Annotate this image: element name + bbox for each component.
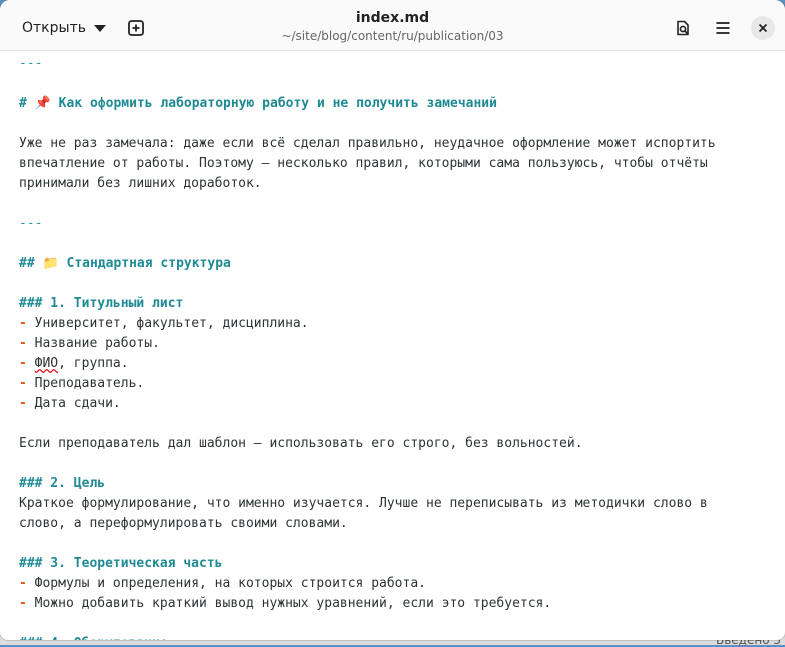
markdown-heading-line: # 📌 Как оформить лабораторную работу и н…	[19, 96, 497, 111]
paragraph-line: впечатление от работы. Поэтому — несколь…	[19, 156, 708, 171]
markdown-list-item: - Формулы и определения, на которых стро…	[19, 574, 426, 594]
paragraph-line: принимали без лишних доработок.	[19, 176, 262, 191]
window-title-area: index.md ~/site/blog/content/ru/publicat…	[200, 8, 585, 44]
list-marker: -	[19, 336, 27, 351]
list-item-text: Дата сдачи.	[26, 396, 121, 411]
markdown-heading-line: ### 2. Цель	[19, 476, 106, 491]
markdown-hr-line: ---	[19, 216, 43, 231]
markdown-hr-line: ---	[19, 56, 43, 71]
list-item-text: Можно добавить краткий вывод нужных урав…	[26, 596, 552, 611]
list-item-text: Формулы и определения, на которых строит…	[26, 576, 426, 591]
open-button[interactable]: Открыть	[12, 12, 116, 44]
hamburger-menu-icon	[716, 22, 730, 34]
open-button-label: Открыть	[22, 20, 86, 36]
misspelled-word: ФИО	[34, 356, 59, 371]
list-marker: -	[19, 316, 27, 331]
list-item-text: Университет, факультет, дисциплина.	[26, 316, 309, 331]
markdown-list-item: - Название работы.	[19, 334, 160, 354]
markdown-list-item: - Университет, факультет, дисциплина.	[19, 314, 309, 334]
paragraph-line: Если преподаватель дал шаблон — использо…	[19, 436, 583, 451]
document-search-icon	[677, 20, 689, 36]
chevron-down-icon	[93, 24, 106, 32]
list-item-text: , группа.	[58, 356, 129, 371]
markdown-heading-line: ### 1. Титульный лист	[19, 296, 184, 311]
list-marker: -	[19, 376, 27, 391]
markdown-heading-line: ### 3. Теоретическая часть	[19, 556, 223, 571]
markdown-heading-line: ## 📁 Стандартная структура	[19, 256, 231, 271]
search-button[interactable]	[667, 12, 699, 44]
main-menu-button[interactable]	[707, 12, 739, 44]
close-window-button[interactable]	[751, 16, 775, 40]
new-tab-icon	[128, 20, 144, 36]
list-item-text: Преподаватель.	[26, 376, 145, 391]
list-marker: -	[19, 576, 27, 591]
file-path: ~/site/blog/content/ru/publication/03	[281, 29, 504, 43]
paragraph-line: слово, а переформулировать своими словам…	[19, 516, 348, 531]
list-marker: -	[19, 596, 27, 611]
header-bar: Открыть index.md ~/site/blog/content/ru/…	[0, 0, 785, 51]
markdown-list-item: - ФИО, группа.	[19, 354, 129, 374]
markdown-list-item: - Можно добавить краткий вывод нужных ур…	[19, 594, 551, 614]
paragraph-line: Краткое формулирование, что именно изуча…	[19, 496, 708, 511]
close-icon	[758, 23, 768, 33]
list-item-text: Название работы.	[26, 336, 160, 351]
markdown-list-item: - Дата сдачи.	[19, 394, 121, 414]
text-editor-window: Открыть index.md ~/site/blog/content/ru/…	[0, 0, 785, 640]
paragraph-line: Уже не раз замечала: даже если всё сдела…	[19, 136, 716, 151]
new-tab-button[interactable]	[120, 12, 152, 44]
text-editor-area[interactable]: --- # 📌 Как оформить лабораторную работу …	[0, 51, 785, 640]
markdown-heading-line: ### 4. Оборудование	[19, 634, 168, 640]
markdown-list-item: - Преподаватель.	[19, 374, 144, 394]
window-title: index.md	[355, 10, 430, 26]
list-marker: -	[19, 396, 27, 411]
list-marker: -	[19, 356, 27, 371]
